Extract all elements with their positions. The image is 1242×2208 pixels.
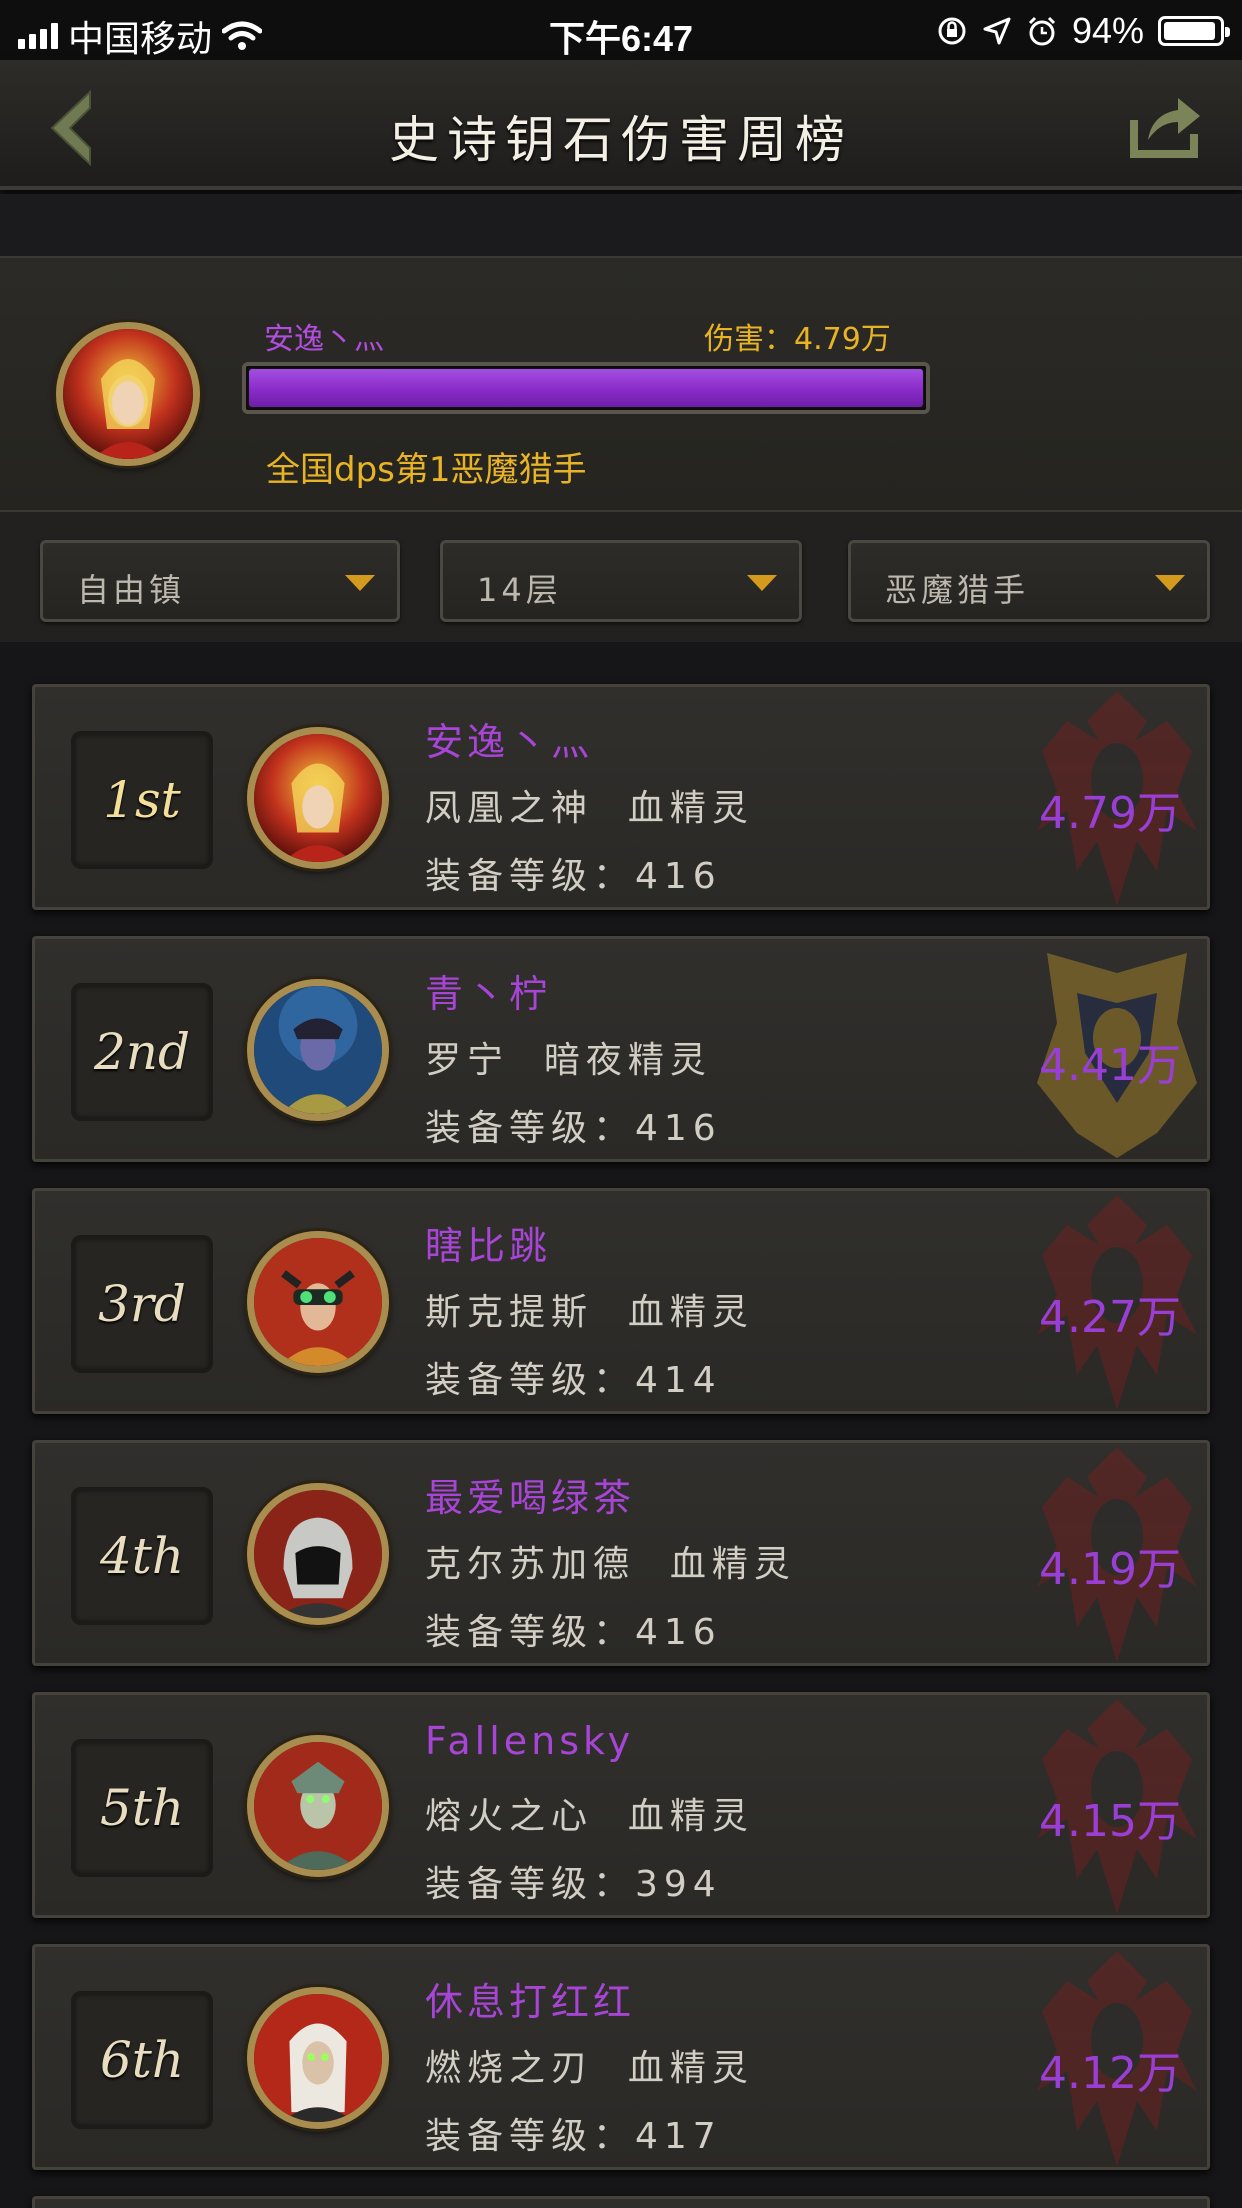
caret-down-icon xyxy=(345,575,375,591)
rank-badge: 4th xyxy=(71,1487,213,1625)
rank-badge: 6th xyxy=(71,1991,213,2129)
top-player-avatar xyxy=(56,322,200,466)
rank-badge: 1st xyxy=(71,731,213,869)
share-button[interactable] xyxy=(1126,84,1206,164)
realm-dropdown[interactable]: 自由镇 xyxy=(40,540,400,622)
player-avatar xyxy=(247,727,389,869)
class-dropdown-label: 恶魔猎手 xyxy=(885,571,1030,609)
nav-bar: 史诗钥石伤害周榜 xyxy=(0,60,1242,190)
leaderboard-row[interactable]: 6th 休息打红红 燃烧之刃 血精灵 装备等级：417 4.12万 xyxy=(32,1944,1210,2170)
player-item-level: 装备等级：416 xyxy=(425,1108,722,1149)
header-spacer xyxy=(0,194,1242,256)
level-dropdown-label: 14层 xyxy=(477,571,562,609)
player-name: 休息打红红 xyxy=(425,1980,636,2024)
battery-percent: 94% xyxy=(1071,10,1144,51)
player-realm-race: 凤凰之神 血精灵 xyxy=(425,788,754,829)
battery-icon xyxy=(1158,16,1230,46)
player-damage: 4.19万 xyxy=(1039,1544,1181,1595)
share-icon xyxy=(1130,98,1200,158)
page-title: 史诗钥石伤害周榜 xyxy=(389,111,853,169)
class-dropdown[interactable]: 恶魔猎手 xyxy=(848,540,1210,622)
player-name: 青丶柠 xyxy=(425,972,552,1016)
filter-bar: 自由镇 14层 恶魔猎手 xyxy=(0,512,1242,642)
leaderboard-list[interactable]: 1st 安逸丶灬 凤凰之神 血精灵 装备等级：416 4.79万 2nd 青丶柠… xyxy=(0,642,1242,2208)
player-avatar xyxy=(247,1231,389,1373)
player-damage: 4.27万 xyxy=(1039,1292,1181,1343)
top-player-name: 安逸丶灬 xyxy=(264,322,384,357)
leaderboard-row[interactable]: 2nd 青丶柠 罗宁 暗夜精灵 装备等级：416 4.41万 xyxy=(32,936,1210,1162)
leaderboard-row[interactable]: 4th 最爱喝绿茶 克尔苏加德 血精灵 装备等级：416 4.19万 xyxy=(32,1440,1210,1666)
player-avatar xyxy=(247,1735,389,1877)
top-player-damage: 伤害：4.79万 xyxy=(704,314,891,358)
rank-badge: 2nd xyxy=(71,983,213,1121)
damage-progress-fill xyxy=(249,369,923,407)
player-damage: 4.79万 xyxy=(1039,788,1181,839)
player-item-level: 装备等级：417 xyxy=(425,2116,722,2157)
player-avatar xyxy=(247,979,389,1121)
player-name: 安逸丶灬 xyxy=(425,720,594,764)
rank-badge: 3rd xyxy=(71,1235,213,1373)
top-player-panel[interactable]: 安逸丶灬 伤害：4.79万 全国dps第1恶魔猎手 xyxy=(0,256,1242,512)
rank-badge: 5th xyxy=(71,1739,213,1877)
level-dropdown[interactable]: 14层 xyxy=(440,540,802,622)
player-damage: 4.12万 xyxy=(1039,2048,1181,2099)
realm-dropdown-label: 自由镇 xyxy=(77,571,186,609)
status-bar: 中国移动 下午6:47 94% xyxy=(0,0,1242,60)
player-item-level: 装备等级：414 xyxy=(425,1360,722,1401)
leaderboard-row[interactable]: 3rd 瞎比跳 斯克提斯 血精灵 装备等级：414 4.27万 xyxy=(32,1188,1210,1414)
caret-down-icon xyxy=(1155,575,1185,591)
player-name: Fallensky xyxy=(425,1719,635,1763)
player-item-level: 装备等级：394 xyxy=(425,1864,722,1905)
player-name: 瞎比跳 xyxy=(425,1224,552,1268)
damage-value: 4.79万 xyxy=(794,322,891,357)
player-damage: 4.15万 xyxy=(1039,1796,1181,1847)
leaderboard-row[interactable]: 5th Fallensky 熔火之心 血精灵 装备等级：394 4.15万 xyxy=(32,1692,1210,1918)
player-damage: 4.41万 xyxy=(1039,1040,1181,1091)
player-item-level: 装备等级：416 xyxy=(425,856,722,897)
leaderboard-row[interactable]: 1st 安逸丶灬 凤凰之神 血精灵 装备等级：416 4.79万 xyxy=(32,684,1210,910)
damage-label: 伤害： xyxy=(704,322,794,357)
player-realm-race: 克尔苏加德 血精灵 xyxy=(425,1544,796,1585)
player-avatar xyxy=(247,1987,389,2129)
player-avatar xyxy=(247,1483,389,1625)
player-name: 最爱喝绿茶 xyxy=(425,1476,636,1520)
orientation-lock-icon xyxy=(938,17,966,45)
leaderboard-row-partial[interactable] xyxy=(32,2196,1210,2208)
player-realm-race: 斯克提斯 血精灵 xyxy=(425,1292,754,1333)
player-realm-race: 燃烧之刃 血精灵 xyxy=(425,2048,754,2089)
damage-progress-bar xyxy=(242,362,930,414)
player-realm-race: 熔火之心 血精灵 xyxy=(425,1796,754,1837)
player-realm-race: 罗宁 暗夜精灵 xyxy=(425,1040,712,1081)
caret-down-icon xyxy=(747,575,777,591)
top-player-rank-text: 全国dps第1恶魔猎手 xyxy=(266,450,587,490)
player-item-level: 装备等级：416 xyxy=(425,1612,722,1653)
location-icon xyxy=(983,17,1011,45)
alarm-icon xyxy=(1028,16,1055,46)
